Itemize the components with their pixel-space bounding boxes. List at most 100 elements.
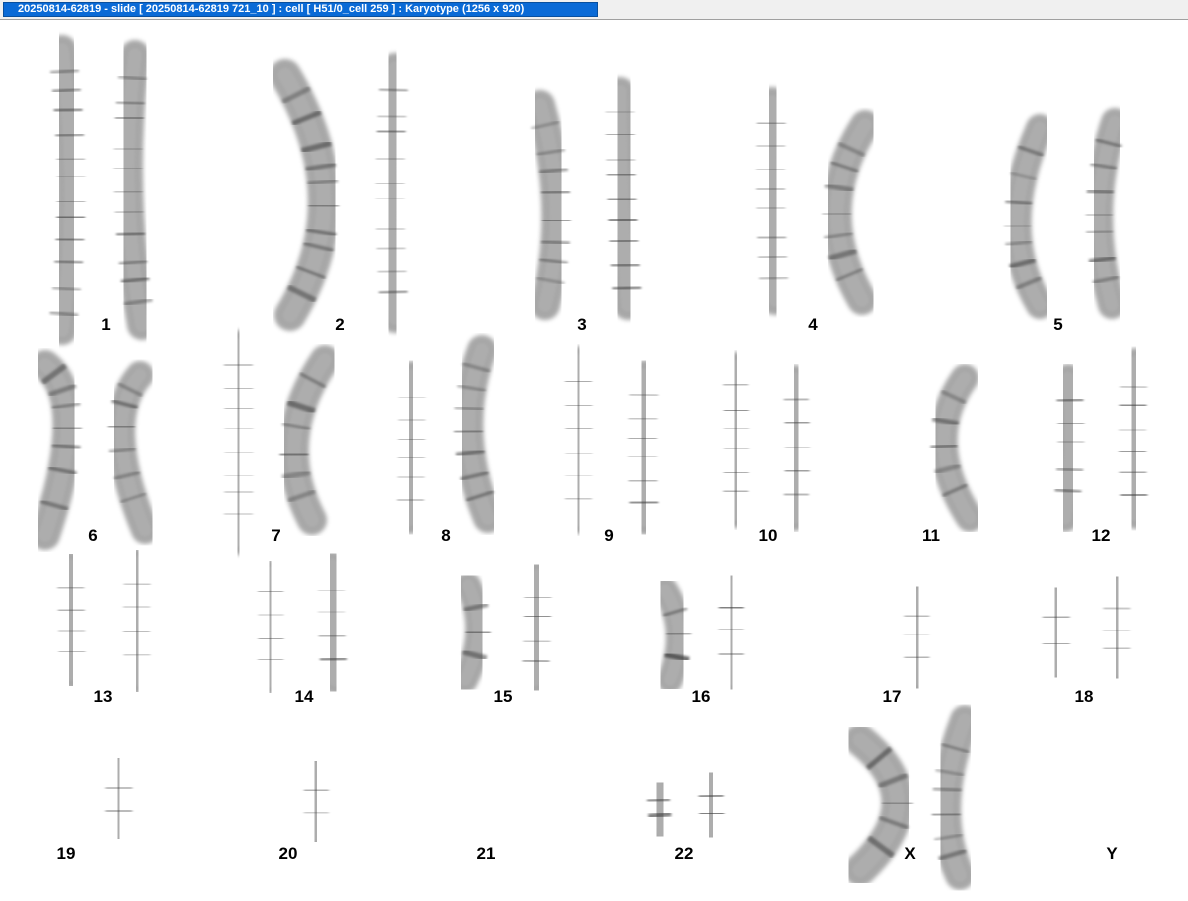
chromosome-1-1-band [56, 214, 86, 221]
chromosome-22-2-band [698, 794, 724, 799]
chromosome-pair-20[interactable] [249, 755, 330, 848]
chromosome-2-1-band [308, 203, 340, 208]
karyogram: 1 2 3 4 56 7 8 9 10 11 1213 14 15 16 17 1819 20 21 22 X Y [30, 35, 1149, 890]
chromosome-label-1: 1 [101, 315, 110, 334]
chromosome-pair-5[interactable] [1003, 108, 1129, 319]
chromosome-12-2-band [1119, 402, 1147, 409]
chromosome-20-2-band [303, 811, 329, 815]
chromosome-1-2-band [114, 210, 144, 214]
chromosome-x-2-band [932, 785, 962, 794]
chromosome-10-2-band [783, 396, 809, 403]
chromosome-13-1-band [57, 585, 85, 591]
chromosome-10-2-band [784, 419, 810, 427]
chromosome-1-1-band [55, 132, 85, 138]
chromosome-pair-7[interactable] [223, 330, 340, 555]
chromosome-14-1-band [258, 656, 284, 662]
chromosome-pair-13[interactable] [56, 548, 152, 694]
chromosome-15-2-core [528, 568, 545, 687]
chromosome-8-1-band [397, 475, 425, 479]
chromosome-18-2-band [1103, 606, 1131, 611]
chromosome-pair-17[interactable] [851, 582, 931, 693]
chromosome-5-1-band [1004, 224, 1031, 228]
chromosome-10-2-band [784, 468, 810, 474]
chromosome-8-2-band [454, 405, 484, 412]
chromosome-1-2-band [114, 114, 144, 122]
chromosome-pair-10[interactable] [722, 352, 811, 531]
chromosome-pair-14[interactable] [257, 551, 349, 695]
chromosome-label-5: 5 [1053, 315, 1062, 334]
chromosome-11-2-band [930, 444, 958, 450]
chromosome-1-1-band [51, 87, 81, 94]
chromosome-pair-16[interactable] [652, 572, 745, 693]
chromosome-pair-15[interactable] [452, 561, 552, 694]
chromosome-pair-8[interactable] [396, 335, 503, 534]
chromosome-14-1-core [264, 566, 277, 688]
chromosome-9-1-band [565, 497, 592, 501]
chromosome-pair-18[interactable] [1041, 571, 1132, 684]
chromosome-4-1-band [759, 275, 789, 281]
chromosome-label-y: Y [1106, 844, 1118, 863]
chromosome-15-2-band [523, 639, 551, 644]
chromosome-1-2-band [113, 146, 143, 152]
chromosome-1-1-band [54, 259, 84, 265]
chromosome-label-13: 13 [94, 687, 113, 706]
chromosome-4-1-band [758, 255, 787, 260]
chromosome-pair-9[interactable] [564, 346, 660, 535]
chromosome-x-1-band [882, 801, 913, 805]
chromosome-label-16: 16 [692, 687, 711, 706]
chromosome-12-1-band [1057, 439, 1085, 445]
chromosome-1-1-band [56, 157, 85, 161]
chromosome-17-2-band [904, 655, 930, 660]
chromosome-9-2-core [635, 368, 652, 527]
chromosome-6-1-band [53, 425, 82, 431]
chromosome-pair-19[interactable] [56, 751, 133, 846]
chromosome-9-1-core [571, 353, 586, 527]
chromosome-2-2-band [376, 128, 406, 135]
chromosome-pair-4[interactable] [755, 87, 880, 315]
chromosome-pair-22[interactable] [646, 765, 725, 845]
chromosome-x-2-band [931, 812, 961, 817]
chromosome-22-1-band [648, 811, 672, 819]
chromosome-pair-2[interactable] [269, 53, 410, 333]
chromosome-3-2-band [606, 157, 636, 163]
chromosome-12-2-band [1120, 491, 1148, 499]
chromosome-19-2-core [111, 758, 126, 839]
chromosome-8-1-band [397, 497, 425, 503]
chromosome-pair-6[interactable] [30, 350, 159, 550]
chromosome-2-2-band [378, 289, 408, 295]
chromosome-16-2-band [718, 605, 744, 611]
chromosome-4-1-band [757, 234, 787, 241]
chromosome-14-2-band [318, 632, 346, 639]
chromosome-8-2-band [454, 429, 483, 434]
chromosome-20-2-core [309, 762, 323, 841]
chromosome-pair-3[interactable] [525, 77, 643, 320]
chromosome-18-2-band [1103, 645, 1131, 651]
chromosome-label-3: 3 [577, 315, 586, 334]
window-titlebar: 20250814-62819 - slide [ 20250814-62819 … [0, 0, 1188, 20]
chromosome-3-1-band [541, 188, 571, 196]
chromosome-22-2-band [699, 810, 725, 817]
chromosome-5-2-band [1086, 187, 1114, 196]
chromosome-6-2-band [107, 423, 135, 431]
chromosome-3-2-band [612, 284, 642, 292]
chromosome-18-2-core [1110, 578, 1125, 677]
chromosome-2-2-band [375, 225, 405, 233]
chromosome-label-15: 15 [494, 687, 513, 706]
chromosome-15-2-band [524, 613, 552, 620]
chromosome-9-2-band [628, 416, 658, 421]
chromosome-18-1-band [1042, 615, 1070, 620]
chromosome-pair-11[interactable] [878, 358, 984, 532]
chromosome-pair-12[interactable] [1051, 348, 1149, 532]
chromosome-label-20: 20 [279, 844, 298, 863]
chromosome-2-2-band [375, 156, 405, 163]
chromosome-pair-1[interactable] [47, 35, 157, 345]
chromosome-14-2-band [319, 655, 347, 663]
chromosome-3-2-band [610, 261, 640, 270]
chromosome-label-12: 12 [1092, 526, 1111, 545]
window-title-tab[interactable]: 20250814-62819 - slide [ 20250814-62819 … [3, 2, 598, 17]
chromosome-3-1-band [540, 238, 570, 246]
chromosome-label-22: 22 [675, 844, 694, 863]
chromosome-7-2-band [279, 451, 309, 458]
chromosome-3-2-band [608, 216, 638, 224]
chromosome-pair-21[interactable] [449, 779, 525, 845]
